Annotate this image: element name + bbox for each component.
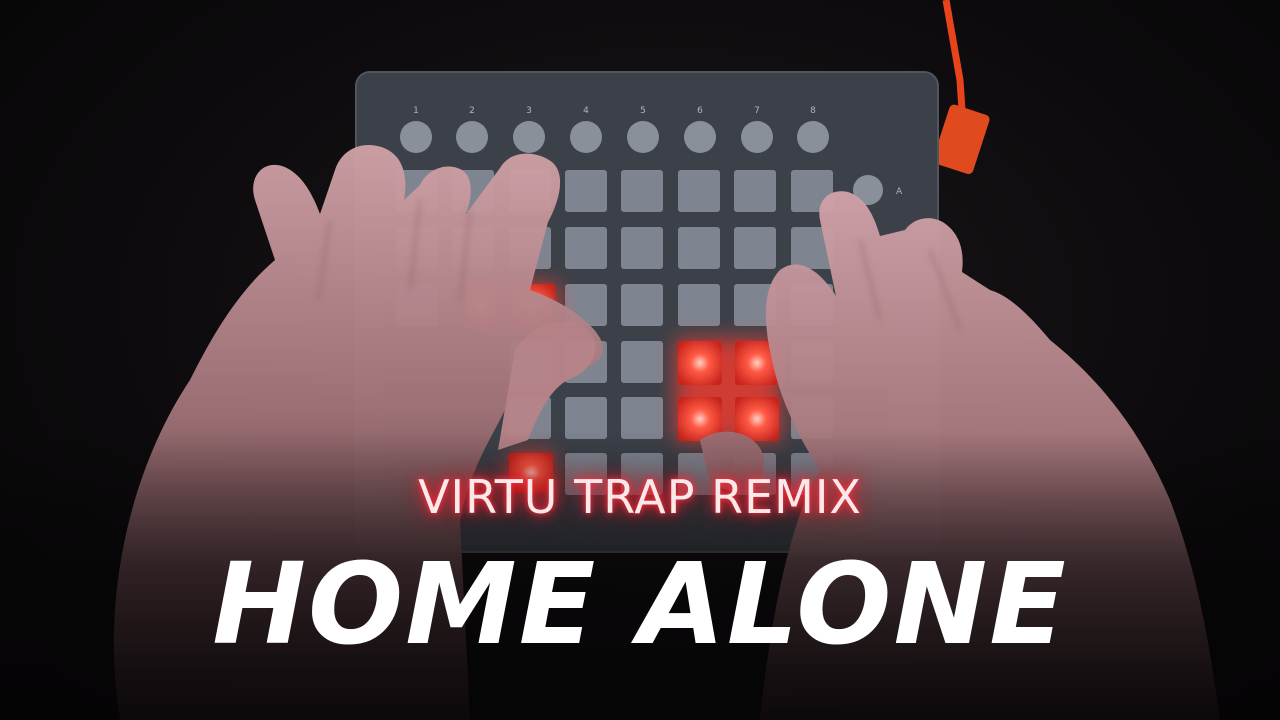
video-thumbnail: 1 2 3 4 5 6 7 8 A VIRTU TRAP REMIX HOME … xyxy=(0,0,1280,720)
column-label-7: 7 xyxy=(754,106,760,116)
column-label-6: 6 xyxy=(697,106,703,116)
side-button-a-label: A xyxy=(896,187,903,197)
video-title: HOME ALONE xyxy=(212,540,1068,670)
column-label-2: 2 xyxy=(469,106,475,116)
column-label-3: 3 xyxy=(526,106,532,116)
video-subtitle: VIRTU TRAP REMIX xyxy=(418,470,862,524)
column-label-1: 1 xyxy=(413,106,419,116)
usb-cable-connector xyxy=(933,104,990,175)
usb-cable xyxy=(942,0,966,111)
column-label-5: 5 xyxy=(640,106,646,116)
column-label-4: 4 xyxy=(583,106,589,116)
column-label-8: 8 xyxy=(810,106,816,116)
